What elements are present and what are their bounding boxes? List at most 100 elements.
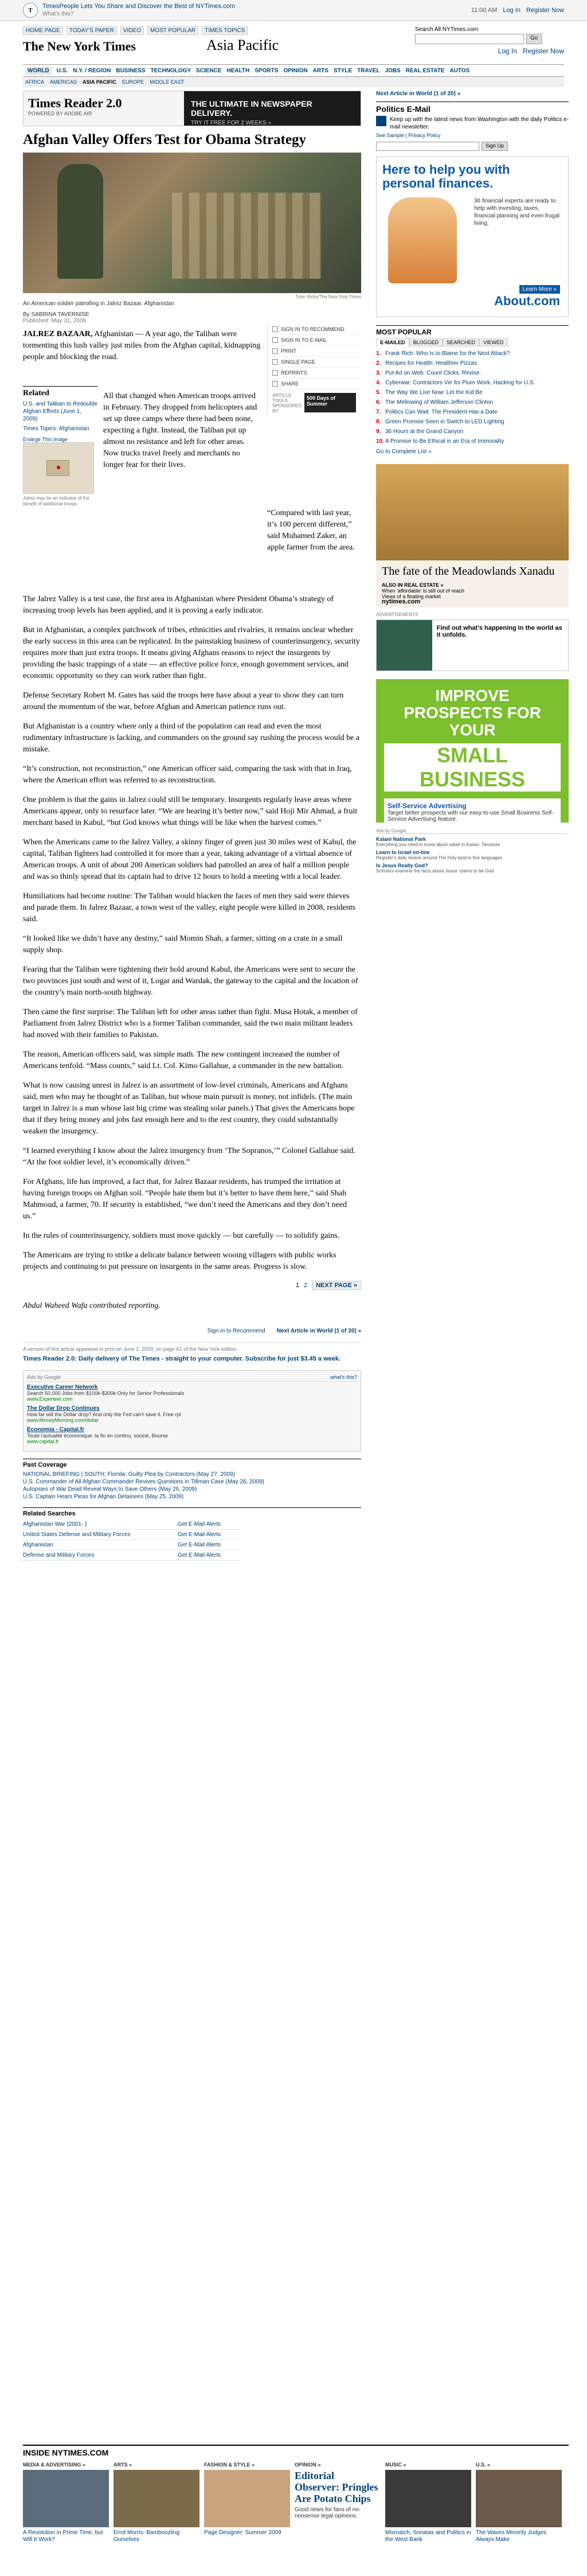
article-paragraph: In the rules of counterinsurgency, soldi…	[23, 1232, 340, 1240]
afghanistan-map[interactable]	[23, 442, 94, 494]
tool-single-page[interactable]: SINGLE PAGE	[272, 357, 361, 368]
inside-image	[476, 2470, 562, 2527]
google-ad[interactable]: Economia - Capital.fr Toute l'actualité …	[27, 1427, 357, 1444]
past-coverage-item[interactable]: U.S. Commander of All Afghan Commander R…	[23, 1478, 361, 1486]
nav-science[interactable]: SCIENCE	[196, 68, 221, 74]
rail-google-ad[interactable]: Is Jesus Really God? Scholars examine the…	[376, 863, 569, 874]
tab-searched[interactable]: SEARCHED	[443, 338, 480, 346]
inside-item-opinion[interactable]: OPINION » Editorial Observer: Pringles A…	[295, 2462, 381, 2543]
times-reader-promo-link[interactable]: Times Reader 2.0: Daily delivery of The …	[23, 1355, 361, 1362]
nav-us[interactable]: U.S.	[57, 68, 68, 74]
nav-real-estate[interactable]: REAL ESTATE	[406, 68, 445, 74]
real-estate-promo[interactable]: The fate of the Meadowlands Xanadu ALSO …	[376, 464, 569, 607]
timespeople-login[interactable]: Log In	[503, 7, 521, 14]
rail-google-ads: Ads by Google Kalani National Park Everyt…	[376, 828, 569, 874]
tool-share[interactable]: SHARE	[272, 379, 361, 389]
inside-item[interactable]: FASHION & STYLE » Page Designer: Summer …	[204, 2462, 290, 2543]
nav-business[interactable]: BUSINESS	[116, 68, 145, 74]
past-coverage-item[interactable]: NATIONAL BRIEFING | SOUTH; Florida: Guil…	[23, 1471, 361, 1478]
email-sample-link[interactable]: See Sample | Privacy Policy	[376, 132, 569, 139]
get-email-alerts-link[interactable]: Get E-Mail Alerts	[178, 1521, 241, 1527]
inside-item[interactable]: MEDIA & ADVERTISING » A Revolution in Pr…	[23, 2462, 109, 2543]
related-item[interactable]: U.S. and Taliban to Redouble Afghan Effo…	[23, 400, 97, 423]
next-page-button[interactable]: NEXT PAGE »	[312, 1281, 361, 1290]
get-email-alerts-link[interactable]: Get E-Mail Alerts	[178, 1531, 241, 1538]
enlarge-image-link[interactable]: Enlarge This Image	[23, 437, 97, 442]
email-icon	[272, 337, 278, 343]
inside-item[interactable]: MUSIC » Mismatch, Sonatas and Politics i…	[385, 2462, 471, 2543]
get-email-alerts-link[interactable]: Get E-Mail Alerts	[178, 1552, 241, 1558]
tool-email[interactable]: SIGN IN TO E-MAIL	[272, 335, 361, 346]
utility-video[interactable]: VIDEO	[120, 26, 144, 35]
tool-print[interactable]: PRINT	[272, 346, 361, 357]
utility-times-topics[interactable]: TIMES TOPICS	[202, 26, 248, 35]
article-paragraph: What is now causing unrest in Jalrez is …	[23, 1081, 355, 1136]
subnav-asia-pacific[interactable]: ASIA PACIFIC	[83, 79, 116, 85]
google-ad[interactable]: The Dollar Drop Continues How far will t…	[27, 1405, 357, 1423]
bazaar-goods	[172, 193, 321, 279]
next-article-link[interactable]: Next Article in World (1 of 20) »	[277, 1328, 361, 1334]
past-coverage-item[interactable]: Autopsies of War Dead Reveal Ways to Sav…	[23, 1486, 361, 1493]
get-email-alerts-link[interactable]: Get E-Mail Alerts	[178, 1542, 241, 1548]
nyt-logo[interactable]: The New York Times	[23, 39, 136, 54]
tool-recommend[interactable]: SIGN IN TO RECOMMEND	[272, 324, 361, 335]
nav-autos[interactable]: AUTOS	[449, 68, 469, 74]
small-business-ad[interactable]: IMPROVE PROSPECTS FOR YOUR SMALL BUSINES…	[376, 679, 569, 826]
nav-arts[interactable]: ARTS	[313, 68, 328, 74]
subnav-americas[interactable]: AMERICAS	[50, 79, 77, 85]
nav-travel[interactable]: TRAVEL	[357, 68, 379, 74]
nav-health[interactable]: HEALTH	[227, 68, 250, 74]
timespeople-promo-link[interactable]: TimesPeople Lets You Share and Discover …	[42, 3, 471, 10]
most-popular: MOST POPULAR E-MAILED BLOGGED SEARCHED V…	[376, 325, 569, 455]
most-popular-title: MOST POPULAR	[376, 325, 569, 336]
google-ads-header: Ads by Google	[27, 1374, 61, 1380]
timespeople-register[interactable]: Register Now	[526, 7, 564, 14]
email-input[interactable]	[376, 142, 479, 151]
tools-sponsor-ad[interactable]: 500 Days of Summer	[304, 393, 356, 412]
rail-next-article-link[interactable]: Next Article in World (1 of 20) »	[376, 91, 569, 97]
subnav-africa[interactable]: AFRICA	[25, 79, 44, 85]
nav-ny-region[interactable]: N.Y. / REGION	[73, 68, 111, 74]
nav-opinion[interactable]: OPINION	[283, 68, 307, 74]
tool-reprints[interactable]: REPRINTS	[272, 368, 361, 379]
sign-in-recommend-link[interactable]: Sign in to Recommend	[208, 1328, 265, 1334]
complete-list-link[interactable]: Go to Complete List »	[376, 449, 569, 455]
masthead-login[interactable]: Log In	[498, 47, 517, 55]
article-photo[interactable]	[23, 153, 361, 293]
utility-most-popular[interactable]: MOST POPULAR	[147, 26, 199, 35]
nytimes-business-ad[interactable]: Find out what's happening in the world a…	[376, 619, 569, 671]
subnav-europe[interactable]: EUROPE	[122, 79, 144, 85]
tab-blogged[interactable]: BLOGGED	[409, 338, 443, 346]
google-ads-whats-this[interactable]: what's this?	[330, 1374, 357, 1380]
masthead-register[interactable]: Register Now	[523, 47, 564, 55]
search-go-button[interactable]: Go	[526, 34, 542, 44]
about-com-ad[interactable]: Here to help you with personal finances.…	[376, 157, 569, 317]
nav-style[interactable]: STYLE	[334, 68, 352, 74]
whats-this-link[interactable]: What's this?	[42, 10, 471, 18]
rail-google-ad[interactable]: Learn to Israel on-line Register's daily …	[376, 849, 569, 860]
nav-jobs[interactable]: JOBS	[385, 68, 400, 74]
google-ad[interactable]: Executive Career Network Search 50,000 J…	[27, 1384, 357, 1402]
google-ads: Ads by Google what's this? Executive Car…	[23, 1370, 361, 1452]
nav-technology[interactable]: TECHNOLOGY	[150, 68, 191, 74]
tab-emailed[interactable]: E-MAILED	[376, 338, 409, 346]
search-input[interactable]	[415, 34, 524, 44]
utility-todays-paper[interactable]: TODAY'S PAPER	[66, 26, 117, 35]
inside-item[interactable]: ARTS » Errol Morris: Bamboozling Ourselv…	[114, 2462, 199, 2543]
times-reader-ad[interactable]: Times Reader 2.0 POWERED BY ADOBE AIR TH…	[23, 91, 361, 126]
real-estate-item[interactable]: When 'affordable' is still out of reach	[382, 588, 464, 594]
rail-google-ad[interactable]: Kalani National Park Everything you need …	[376, 836, 569, 847]
email-signup-button[interactable]: Sign Up	[482, 142, 508, 151]
subnav-middle-east[interactable]: MIDDLE EAST	[150, 79, 184, 85]
utility-home[interactable]: HOME PAGE	[23, 26, 63, 35]
page-2-link[interactable]: 2	[304, 1282, 307, 1289]
article-paragraph: “It looked like we didn’t have any desti…	[23, 934, 343, 954]
inside-item[interactable]: U.S. » The Waves Minority Judges Always …	[476, 2462, 562, 2543]
about-ad-person-image	[388, 197, 457, 283]
related-item[interactable]: Times Topics: Afghanistan	[23, 426, 97, 432]
nav-world[interactable]: WORLD	[25, 66, 52, 75]
tab-viewed[interactable]: VIEWED	[479, 338, 508, 346]
article-paragraph: One problem is that the gains in Jalrez …	[23, 796, 358, 827]
past-coverage-item[interactable]: U.S. Captain Hears Pleas for Afghan Deta…	[23, 1493, 361, 1501]
nav-sports[interactable]: SPORTS	[255, 68, 278, 74]
